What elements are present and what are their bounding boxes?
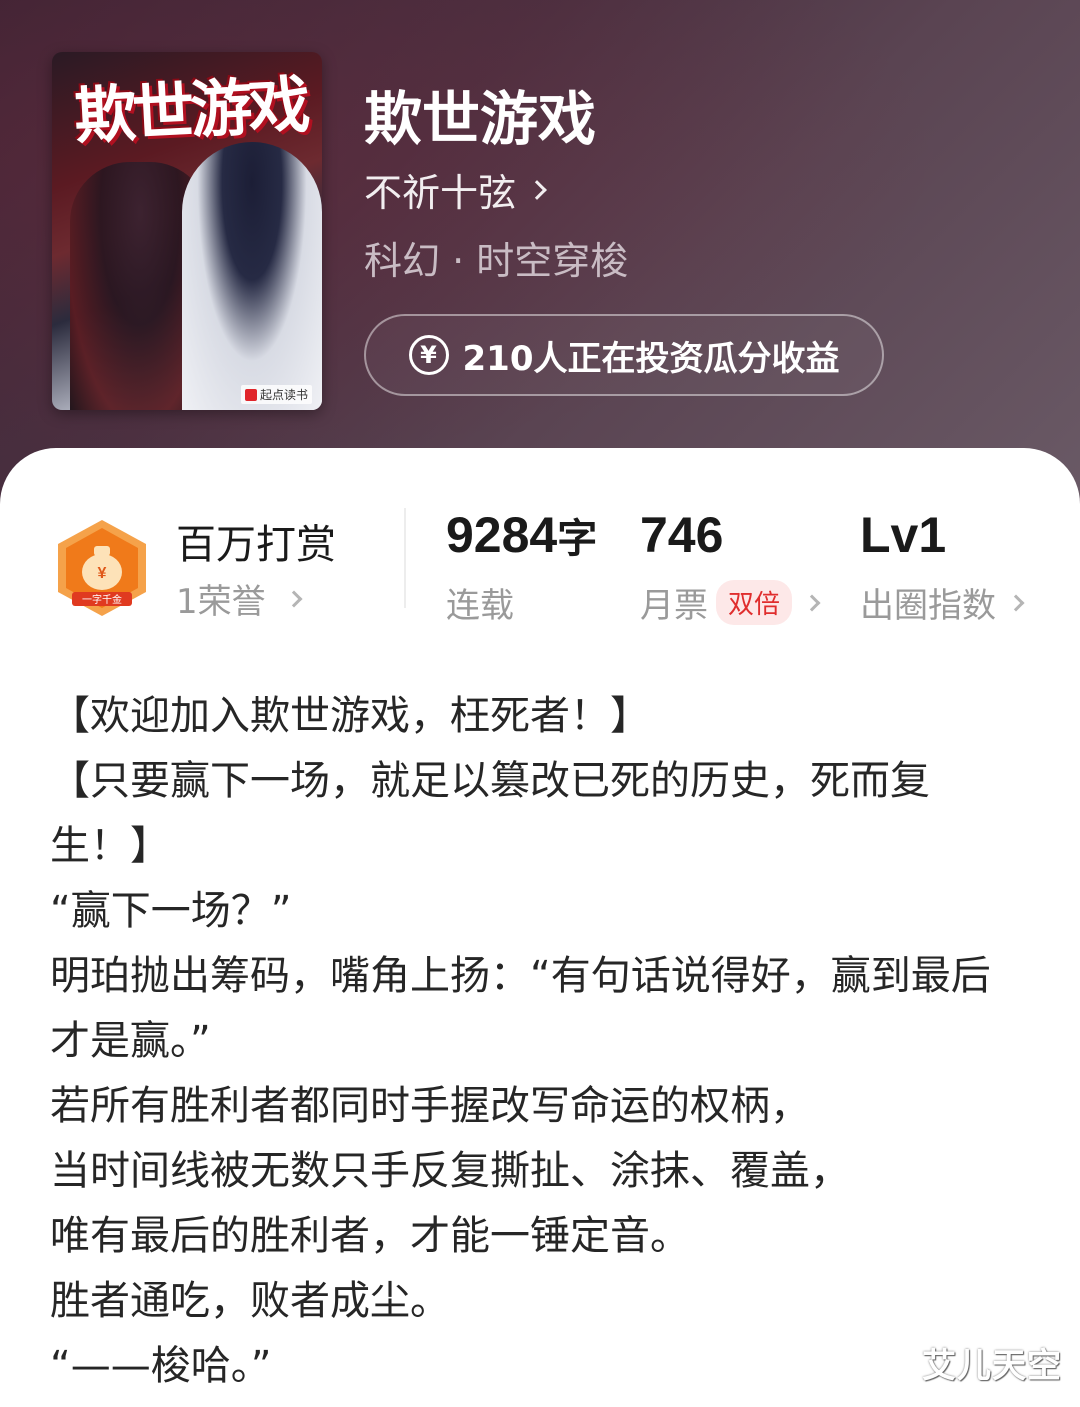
synopsis-line: 【只要赢下一场，就足以篡改已死的历史，死而复生！】 [50, 758, 930, 869]
author-name: 不祈十弦 [364, 171, 517, 215]
chevron-right-icon [527, 179, 547, 200]
monthly-ticket-count: 746 [640, 507, 724, 563]
influence-index-label: 出圈指数 [860, 586, 996, 626]
invest-button[interactable]: ¥ 210人正在投资瓜分收益 [364, 314, 884, 396]
synopsis: 【欢迎加入欺世游戏，枉死者！】 【只要赢下一场，就足以篡改已死的历史，死而复生！… [50, 684, 1010, 1399]
book-cover[interactable]: 欺世游戏 起点读书 [52, 52, 322, 410]
book-title: 欺世游戏 [364, 85, 597, 153]
serial-status-label: 连载 [446, 586, 514, 626]
word-count-value: 9284 [446, 507, 558, 563]
influence-level: Lv1 [860, 507, 947, 563]
chevron-right-icon [285, 590, 303, 607]
svg-text:一字千金: 一字千金 [82, 593, 122, 606]
award-honor-link[interactable]: 1荣誉 [176, 574, 303, 623]
watermark: 艾儿天空 [922, 1346, 1062, 1386]
divider [404, 508, 406, 608]
cover-title: 欺世游戏 [72, 67, 309, 154]
award-honor-count: 1荣誉 [176, 582, 266, 622]
synopsis-line: 若所有胜利者都同时手握改写命运的权柄， [50, 1083, 810, 1129]
book-info-card: ¥ 一字千金 百万打赏 1荣誉 9284字 连载 746 月票 双倍 Lv1 出… [0, 448, 1080, 1407]
money-bag-award-icon[interactable]: ¥ 一字千金 [52, 516, 152, 620]
synopsis-line: “赢下一场？” [50, 888, 292, 934]
synopsis-line: 当时间线被无数只手反复撕扯、涂抹、覆盖， [50, 1148, 850, 1194]
cover-art-right-figure [182, 142, 322, 410]
chevron-right-icon [803, 594, 821, 611]
genre-tags[interactable]: 科幻 · 时空穿梭 [364, 230, 628, 285]
synopsis-line: 明珀抛出筹码，嘴角上扬：“有句话说得好，赢到最后才是赢。” [50, 953, 991, 1064]
author-link[interactable]: 不祈十弦 [364, 162, 547, 217]
invest-label: 210人正在投资瓜分收益 [462, 338, 840, 379]
synopsis-line: 【欢迎加入欺世游戏，枉死者！】 [50, 693, 650, 739]
yen-icon: ¥ [408, 335, 449, 375]
word-count: 9284字 [446, 506, 597, 564]
chevron-right-icon [1007, 594, 1025, 611]
cover-publisher-badge: 起点读书 [240, 385, 312, 404]
monthly-ticket-link[interactable]: 月票 双倍 [640, 578, 821, 627]
word-count-unit: 字 [557, 517, 598, 561]
synopsis-line: “——梭哈。” [50, 1343, 272, 1389]
synopsis-line: 胜者通吃，败者成尘。 [50, 1278, 450, 1324]
synopsis-line: 唯有最后的胜利者，才能一锤定音。 [50, 1213, 690, 1259]
award-title[interactable]: 百万打赏 [176, 512, 336, 570]
monthly-ticket-label: 月票 [640, 586, 708, 626]
influence-index-link[interactable]: 出圈指数 [860, 578, 1025, 627]
svg-text:¥: ¥ [98, 565, 107, 582]
double-badge: 双倍 [716, 580, 793, 625]
publisher-logo-icon [244, 389, 257, 401]
